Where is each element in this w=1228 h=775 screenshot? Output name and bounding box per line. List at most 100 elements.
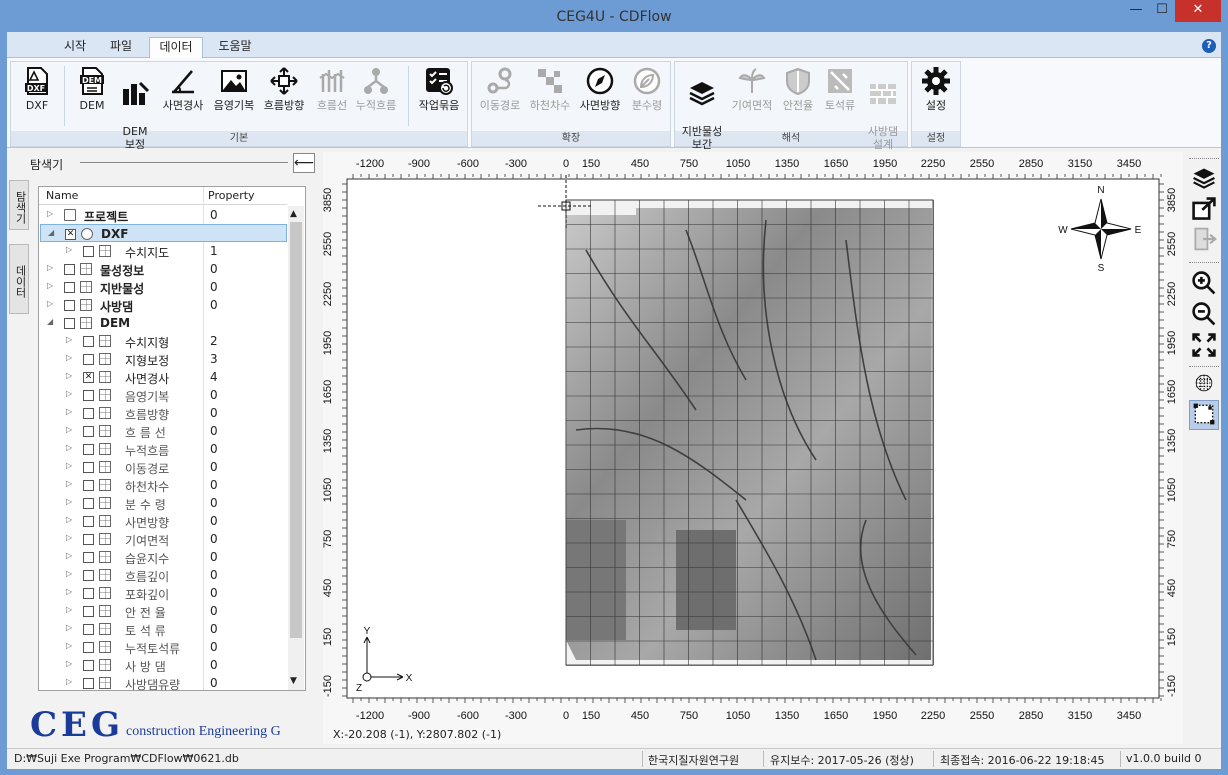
fit-extent-tool[interactable] [1189,332,1219,362]
layer-checkbox[interactable] [83,624,94,635]
tab-help[interactable]: 도움말 [209,37,261,58]
grid-points-tool[interactable] [1189,370,1219,400]
tree-row[interactable]: ▷ 프로젝트 0 [40,206,287,224]
path-button[interactable]: 이동경로 [475,64,525,130]
slope-button[interactable]: 사면경사 [158,64,208,130]
layer-checkbox[interactable] [83,678,94,689]
collapse-arrow-icon[interactable]: ◢ [47,317,53,326]
contributing-area-button[interactable]: 기여면적 [727,64,777,130]
scroll-up-icon[interactable]: ▲ [290,209,297,219]
expand-arrow-icon[interactable]: ▷ [66,407,72,416]
maximize-button[interactable]: ☐ [1149,0,1175,22]
tree-row[interactable]: ▷ 흐름방향 0 [40,404,287,422]
tree-scrollbar-thumb[interactable] [290,222,302,638]
help-icon[interactable]: ? [1202,39,1216,53]
import-tool[interactable] [1189,226,1219,256]
expand-arrow-icon[interactable]: ▷ [66,677,72,686]
export-tool[interactable] [1189,196,1219,226]
dxf-button[interactable]: DXF DXF [12,64,62,130]
watershed-button[interactable]: 분수령 [622,64,672,130]
expand-arrow-icon[interactable]: ▷ [66,605,72,614]
expand-arrow-icon[interactable]: ▷ [66,569,72,578]
dem-correction-button[interactable]: DEM 보정 [110,64,160,151]
tree-row[interactable]: ▷ ✕ 사면경사 4 [40,368,287,386]
column-header-property[interactable]: Property [208,189,255,202]
tree-row[interactable]: ▷ 흐 름 선 0 [40,422,287,440]
layer-checkbox[interactable] [83,246,94,257]
expand-arrow-icon[interactable]: ▷ [66,533,72,542]
layer-checkbox[interactable] [83,408,94,419]
batch-task-button[interactable]: 작업묶음 [414,64,464,130]
layer-checkbox[interactable] [83,534,94,545]
expand-arrow-icon[interactable]: ▷ [66,425,72,434]
collapse-arrow-icon[interactable]: ◢ [48,228,54,237]
tab-data[interactable]: 데이터 [149,37,203,59]
soil-interpolation-button[interactable]: 지반물성 보간 [677,64,727,151]
expand-arrow-icon[interactable]: ▷ [66,335,72,344]
tree-row[interactable]: ▷ 분 수 령 0 [40,494,287,512]
layer-checkbox[interactable] [64,300,75,311]
tab-file[interactable]: 파일 [101,37,141,58]
layer-checkbox[interactable] [83,642,94,653]
tree-row[interactable]: ▷ 하천차수 0 [40,476,287,494]
tree-row[interactable]: ▷ 포화깊이 0 [40,584,287,602]
layer-checkbox[interactable] [64,318,75,329]
tree-row[interactable]: ▷ 이동경로 0 [40,458,287,476]
tab-start[interactable]: 시작 [55,37,95,58]
tree-row[interactable]: ▷ 수치지형 2 [40,332,287,350]
expand-arrow-icon[interactable]: ▷ [66,389,72,398]
tree-row[interactable]: ▷ 안 전 율 0 [40,602,287,620]
expand-arrow-icon[interactable]: ▷ [66,371,72,380]
aspect-button[interactable]: 사면방향 [575,64,625,130]
layer-checkbox[interactable] [83,570,94,581]
expand-arrow-icon[interactable]: ▷ [66,461,72,470]
layer-checkbox[interactable] [83,660,94,671]
map-view[interactable]: -1200 -1200 -900 -900 -600 -600 -300 -300 0 0 150 1… [322,152,1183,744]
layer-checkbox[interactable] [83,588,94,599]
tree-row[interactable]: ▷ 사 방 댐 0 [40,656,287,674]
tree-row[interactable]: ▷ 사방댐 0 [40,296,287,314]
side-tab-data[interactable]: 데이터 [9,244,29,314]
expand-arrow-icon[interactable]: ▷ [66,353,72,362]
tree-row[interactable]: ▷ 수치지도 1 [40,242,287,260]
layer-checkbox[interactable] [83,354,94,365]
layer-checkbox[interactable]: ✕ [83,372,94,383]
stream-order-button[interactable]: 하천차수 [525,64,575,130]
tree-row[interactable]: ▷ 흐름깊이 0 [40,566,287,584]
layer-checkbox[interactable] [83,552,94,563]
tree-row[interactable]: ▷ 습윤지수 0 [40,548,287,566]
tree-row[interactable]: ▷ 물성정보 0 [40,260,287,278]
layer-checkbox[interactable] [83,498,94,509]
hillshade-button[interactable]: 음영기복 [209,64,259,130]
expand-arrow-icon[interactable]: ▷ [47,299,53,308]
expand-arrow-icon[interactable]: ▷ [66,443,72,452]
layer-checkbox[interactable] [83,462,94,473]
layer-checkbox[interactable] [83,516,94,527]
layer-checkbox[interactable] [83,444,94,455]
flowline-button[interactable]: 흐름선 [307,64,357,130]
expand-arrow-icon[interactable]: ▷ [47,209,53,218]
tree-row[interactable]: ▷ 토 석 류 0 [40,620,287,638]
flow-direction-button[interactable]: 흐름방향 [259,64,309,130]
flow-accumulation-button[interactable]: 누적흐름 [351,64,401,130]
collapse-panel-button[interactable]: ⟵ [293,153,315,173]
tree-row[interactable]: ▷ 기여면적 0 [40,530,287,548]
layers-tool[interactable] [1189,165,1219,195]
tree-row[interactable]: ▷ 지반물성 0 [40,278,287,296]
layer-checkbox[interactable] [64,282,75,293]
layer-checkbox[interactable] [83,390,94,401]
zoom-out-tool[interactable] [1189,301,1219,331]
layer-checkbox[interactable] [64,264,75,275]
expand-arrow-icon[interactable]: ▷ [47,263,53,272]
expand-arrow-icon[interactable]: ▷ [66,479,72,488]
tree-row[interactable]: ▷ 사면방향 0 [40,512,287,530]
expand-arrow-icon[interactable]: ▷ [66,587,72,596]
zoom-in-tool[interactable] [1189,270,1219,300]
tree-row[interactable]: ◢ DEM [40,314,287,332]
tree-row[interactable]: ▷ 사방댐유량 0 [40,674,287,692]
minimize-button[interactable]: — [1123,0,1149,22]
expand-arrow-icon[interactable]: ▷ [66,515,72,524]
expand-arrow-icon[interactable]: ▷ [66,497,72,506]
tree-row[interactable]: ▷ 누적흐름 0 [40,440,287,458]
side-tab-explorer[interactable]: 탐색기 [9,180,29,230]
